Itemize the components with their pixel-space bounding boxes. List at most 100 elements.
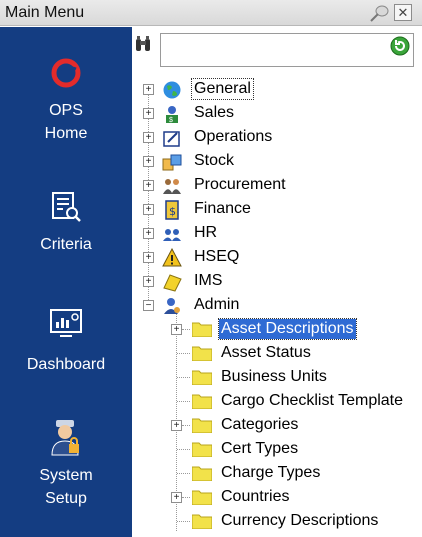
window-title-bar: Main Menu ✕ [0, 0, 422, 26]
expand-toggle[interactable]: + [171, 324, 182, 335]
nav-system-setup[interactable]: System Setup [0, 417, 132, 510]
procurement-icon [163, 179, 181, 194]
ims-icon [163, 274, 182, 292]
admin-icon [164, 298, 180, 314]
tree-node-hseq[interactable]: + HSEQ [132, 247, 422, 271]
folder-icon [192, 490, 212, 505]
tree-connector [177, 449, 190, 450]
tree-label: Procurement [194, 176, 286, 193]
expand-toggle[interactable]: + [143, 156, 154, 167]
stock-icon [162, 154, 182, 171]
tree-node-finance[interactable]: + $ Finance [132, 199, 422, 223]
tree-label: Charge Types [221, 464, 321, 481]
tree-node-operations[interactable]: + Operations [132, 127, 422, 151]
nav-system-setup-label-2: Setup [45, 490, 87, 507]
expand-toggle[interactable]: + [143, 84, 154, 95]
tree-label: Currency Descriptions [221, 512, 379, 529]
collapse-toggle[interactable]: − [143, 300, 154, 311]
expand-toggle[interactable]: + [171, 492, 182, 503]
tree-connector [177, 473, 190, 474]
folder-icon [192, 418, 212, 433]
nav-ops-home-label-2: Home [44, 125, 88, 142]
tree-node-countries[interactable]: + Countries [132, 487, 422, 511]
nav-system-setup-label-1: System [39, 467, 93, 484]
left-nav-panel: OPS Home Criteria Dashboard System Setup [0, 27, 132, 537]
tree-label: Sales [194, 104, 235, 121]
search-go-icon[interactable] [390, 36, 410, 56]
tree-label: Stock [194, 152, 235, 169]
tree-node-general[interactable]: + General [132, 78, 422, 103]
tree-node-currency-descriptions[interactable]: Currency Descriptions [132, 511, 422, 535]
tree-node-charge-types[interactable]: Charge Types [132, 463, 422, 487]
expand-toggle[interactable]: + [143, 228, 154, 239]
expand-toggle[interactable]: + [143, 204, 154, 215]
nav-criteria[interactable]: Criteria [0, 190, 132, 256]
nav-criteria-label: Criteria [40, 236, 92, 253]
finance-icon: $ [165, 200, 179, 220]
tree-connector [177, 377, 190, 378]
expand-toggle[interactable]: + [143, 276, 154, 287]
tree-node-categories[interactable]: + Categories [132, 415, 422, 439]
tree-node-asset-status[interactable]: Asset Status [132, 343, 422, 367]
hr-icon [163, 229, 181, 241]
tree-node-procurement[interactable]: + Procurement [132, 175, 422, 199]
folder-icon [192, 370, 212, 385]
tree-node-ims[interactable]: + IMS [132, 271, 422, 295]
pin-icon[interactable] [368, 3, 390, 23]
tree-node-hr[interactable]: + HR [132, 223, 422, 247]
expand-toggle[interactable]: + [143, 180, 154, 191]
tree-label: Finance [194, 200, 251, 217]
tree-label: Business Units [221, 368, 327, 385]
binoculars-icon [136, 36, 150, 51]
tree-connector [182, 425, 190, 426]
folder-icon [192, 346, 212, 361]
sales-icon: $ [166, 106, 178, 124]
tree-label: Cargo Checklist Template [221, 392, 404, 409]
globe-icon [163, 81, 181, 99]
folder-icon [192, 394, 212, 409]
nav-ops-home-label-1: OPS [49, 102, 83, 119]
ops-logo-icon [51, 58, 81, 88]
tree-label: Categories [221, 416, 299, 433]
nav-ops-home[interactable]: OPS Home [0, 57, 132, 145]
expand-toggle[interactable]: + [143, 108, 154, 119]
svg-text:$: $ [169, 117, 173, 124]
nav-dashboard[interactable]: Dashboard [0, 307, 132, 376]
tree-label: Operations [194, 128, 273, 145]
tree-node-admin[interactable]: − Admin [132, 295, 422, 319]
folder-icon [192, 514, 212, 529]
tree-node-business-units[interactable]: Business Units [132, 367, 422, 391]
tree-node-asset-descriptions[interactable]: + Asset Descriptions [132, 318, 422, 343]
tree-node-stock[interactable]: + Stock [132, 151, 422, 175]
window-title: Main Menu [5, 4, 85, 21]
criteria-icon [52, 192, 81, 222]
tree-label: HSEQ [194, 248, 240, 265]
warning-icon [162, 248, 182, 267]
dashboard-icon [50, 309, 82, 337]
close-button[interactable]: ✕ [394, 4, 412, 21]
menu-tree-pane: + General + $ Sales + Operations + Stock [132, 27, 422, 537]
expand-toggle[interactable]: + [171, 420, 182, 431]
tree-label: HR [194, 224, 218, 241]
menu-search-input[interactable] [160, 33, 414, 67]
svg-text:$: $ [169, 205, 176, 218]
tree-connector [182, 497, 190, 498]
system-setup-icon [51, 420, 79, 456]
folder-icon [192, 466, 212, 481]
tree-connector [177, 521, 190, 522]
folder-icon [192, 322, 212, 337]
tree-connector [182, 329, 190, 330]
tree-label: Countries [221, 488, 290, 505]
tree-label: Asset Descriptions [218, 318, 357, 340]
tree-label: Cert Types [221, 440, 299, 457]
tree-label: General [191, 78, 254, 100]
nav-dashboard-label: Dashboard [26, 356, 106, 373]
expand-toggle[interactable]: + [143, 132, 154, 143]
tree-node-sales[interactable]: + $ Sales [132, 103, 422, 127]
tree-label: Asset Status [221, 344, 311, 361]
tree-label: IMS [194, 272, 223, 289]
tree-connector [177, 353, 190, 354]
expand-toggle[interactable]: + [143, 252, 154, 263]
tree-node-cert-types[interactable]: Cert Types [132, 439, 422, 463]
tree-node-cargo-checklist-template[interactable]: Cargo Checklist Template [132, 391, 422, 415]
